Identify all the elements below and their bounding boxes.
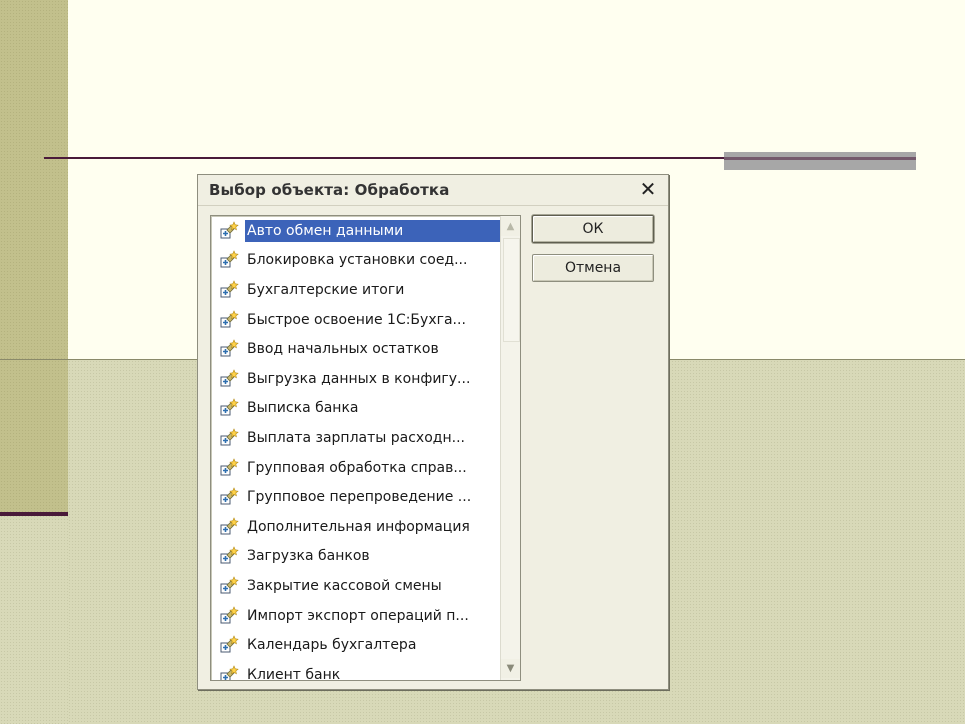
processing-object-icon [220,280,239,298]
slide-accent-bar [724,152,916,170]
processing-object-icon [220,664,239,680]
list-item-7[interactable]: Выплата зарплаты расходн... [211,423,501,453]
list-item-label-wrap: Бухгалтерские итоги [245,279,501,301]
list-item-label: Выписка банка [247,400,359,417]
scroll-thumb[interactable] [503,238,520,342]
slide-title-underline [44,157,724,159]
processing-object-icon [220,635,239,653]
list-item-1[interactable]: Блокировка установки соед... [211,246,501,276]
scroll-down-arrow-icon[interactable]: ▼ [501,659,520,678]
list-item-label: Блокировка установки соед... [247,252,468,269]
list-item-label: Групповое перепроведение ... [247,489,472,506]
processing-object-icon [220,428,239,446]
list-item-12[interactable]: Закрытие кассовой смены [211,571,501,601]
list-item-label-wrap: Дополнительная информация [245,516,501,538]
list-item-4[interactable]: Ввод начальных остатков [211,334,501,364]
list-item-label: Выплата зарплаты расходн... [247,429,465,446]
list-item-15[interactable]: Клиент банк [211,660,501,681]
list-item-9[interactable]: Групповое перепроведение ... [211,482,501,512]
processing-object-icon [220,487,239,505]
list-item-13[interactable]: Импорт экспорт операций п... [211,601,501,631]
ok-button[interactable]: ОК [532,215,654,243]
slide-left-accent-line [0,512,68,516]
list-item-label: Авто обмен данными [247,222,404,239]
close-icon[interactable]: ✕ [638,179,658,199]
list-item-label-wrap: Быстрое освоение 1С:Бухга... [245,309,501,331]
list-item-label-wrap: Календарь бухгалтера [245,634,501,656]
slide-bottom-left-area [0,515,68,724]
processing-object-icon [220,546,239,564]
processing-object-icon [220,339,239,357]
list-item-label-wrap: Авто обмен данными [245,219,501,242]
object-selection-dialog: Выбор объекта: Обработка ✕ Авто обмен да… [197,174,669,690]
list-item-0[interactable]: Авто обмен данными [211,216,501,246]
list-item-2[interactable]: Бухгалтерские итоги [211,275,501,305]
cancel-button[interactable]: Отмена [532,254,654,282]
list-item-3[interactable]: Быстрое освоение 1С:Бухга... [211,305,501,335]
processing-object-icon [220,457,239,476]
list-item-label: Закрытие кассовой смены [247,577,442,594]
list-item-14[interactable]: Календарь бухгалтера [211,630,501,660]
list-item-label-wrap: Блокировка установки соед... [245,249,501,271]
object-list-items: Авто обмен данными Блокировка установки … [211,216,501,681]
slide-left-strip [0,0,68,515]
list-item-label-wrap: Ввод начальных остатков [245,338,501,360]
list-item-label: Клиент банк [247,666,341,681]
list-item-label: Календарь бухгалтера [247,637,417,654]
list-item-label: Выгрузка данных в конфигу... [247,370,471,387]
processing-object-icon [220,576,239,594]
scroll-up-arrow-icon[interactable]: ▲ [501,217,520,236]
list-item-label: Быстрое освоение 1С:Бухга... [247,311,466,328]
list-item-label: Бухгалтерские итоги [247,281,405,298]
list-scrollbar[interactable]: ▲ ▼ [500,216,520,680]
list-item-10[interactable]: Дополнительная информация [211,512,501,542]
list-item-label: Загрузка банков [247,548,370,565]
list-item-label-wrap: Выплата зарплаты расходн... [245,427,501,449]
list-item-label-wrap: Выгрузка данных в конфигу... [245,368,501,390]
processing-object-icon [220,221,239,239]
list-item-label-wrap: Клиент банк [245,664,501,681]
list-item-8[interactable]: Групповая обработка справ... [211,453,501,483]
processing-object-icon [220,398,239,416]
object-list[interactable]: Авто обмен данными Блокировка установки … [210,215,521,681]
processing-object-icon [220,250,239,268]
list-item-6[interactable]: Выписка банка [211,394,501,424]
list-item-label-wrap: Групповая обработка справ... [245,457,501,479]
list-item-5[interactable]: Выгрузка данных в конфигу... [211,364,501,394]
dialog-title-bar[interactable]: Выбор объекта: Обработка ✕ [198,175,668,206]
list-item-label-wrap: Групповое перепроведение ... [245,486,501,508]
list-item-label-wrap: Импорт экспорт операций п... [245,605,501,627]
list-item-label: Групповая обработка справ... [247,459,467,476]
slide-accent-bar-line [724,157,916,160]
processing-object-icon [220,309,239,328]
dialog-title: Выбор объекта: Обработка [209,181,450,199]
processing-object-icon [220,605,239,624]
list-item-label: Дополнительная информация [247,518,470,535]
list-item-label-wrap: Закрытие кассовой смены [245,575,501,597]
list-item-label-wrap: Загрузка банков [245,545,501,567]
processing-object-icon [220,369,239,387]
list-item-label: Ввод начальных остатков [247,341,439,358]
list-item-label: Импорт экспорт операций п... [247,607,469,624]
list-item-label-wrap: Выписка банка [245,397,501,419]
processing-object-icon [220,516,239,535]
list-item-11[interactable]: Загрузка банков [211,542,501,572]
